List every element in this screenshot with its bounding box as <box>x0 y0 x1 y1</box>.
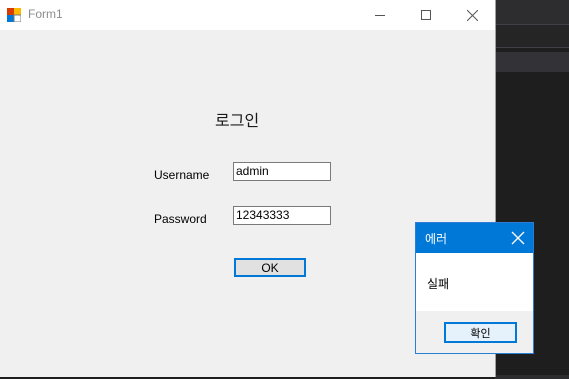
close-icon <box>466 9 478 21</box>
login-heading: 로그인 <box>215 111 260 130</box>
ide-status-strip <box>495 375 569 379</box>
ide-tab-bar <box>495 0 569 25</box>
dialog-title-bar[interactable]: 에러 <box>416 223 533 253</box>
minimize-icon <box>375 15 385 16</box>
password-input[interactable]: 12343333 <box>233 206 331 225</box>
username-input[interactable]: admin <box>233 162 331 181</box>
window-title: Form1 <box>28 7 63 21</box>
app-icon <box>7 8 21 22</box>
dialog-message: 실패 <box>427 277 450 291</box>
ok-button[interactable]: OK <box>234 258 306 277</box>
dialog-footer: 확인 <box>416 311 533 353</box>
maximize-button[interactable] <box>403 0 449 30</box>
password-label: Password <box>154 212 207 226</box>
minimize-button[interactable] <box>357 0 403 30</box>
title-bar[interactable]: Form1 <box>0 0 495 30</box>
ide-tool-bar <box>495 25 569 48</box>
close-button[interactable] <box>449 0 495 30</box>
username-label: Username <box>154 168 210 182</box>
dialog-close-icon[interactable] <box>511 231 525 245</box>
maximize-icon <box>421 10 431 20</box>
dialog-title: 에러 <box>425 232 448 246</box>
error-dialog: 에러 실패 확인 <box>415 222 534 354</box>
ide-strip <box>495 52 569 72</box>
dialog-body: 실패 <box>416 253 533 311</box>
dialog-confirm-button[interactable]: 확인 <box>444 322 517 343</box>
